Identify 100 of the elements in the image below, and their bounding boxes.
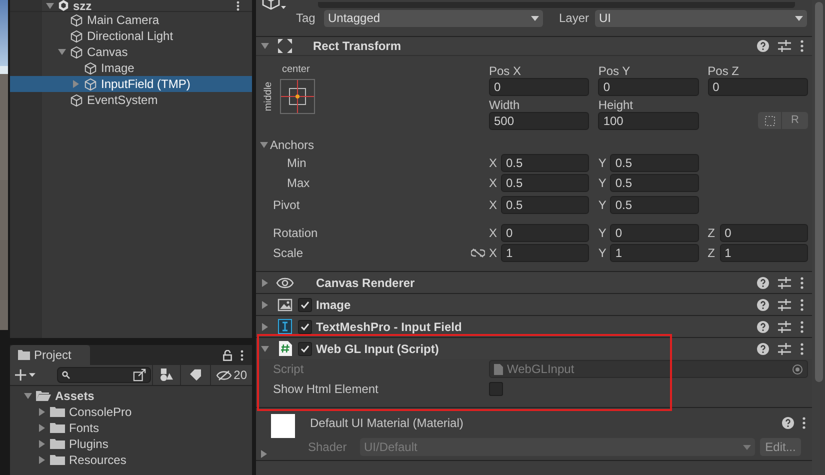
search-field[interactable] (57, 367, 151, 383)
script-icon (278, 341, 292, 356)
anchor-horizontal-label: center (282, 63, 311, 76)
hierarchy-item[interactable]: Image (10, 60, 252, 76)
shapes-icon[interactable] (160, 368, 173, 382)
preset-icon[interactable] (778, 40, 791, 52)
hierarchy-item[interactable]: Main Camera (10, 12, 252, 28)
axis-label: Z (708, 245, 716, 262)
number-field[interactable]: 0 (610, 224, 699, 242)
scene-name: szz (73, 0, 93, 12)
project-item[interactable]: ConsolePro (10, 404, 252, 420)
help-icon[interactable] (757, 276, 769, 288)
preset-icon[interactable] (778, 276, 791, 288)
number-field[interactable]: 500 (489, 112, 590, 130)
help-icon[interactable] (757, 298, 769, 310)
tag-icon[interactable] (190, 369, 201, 381)
hierarchy-item[interactable]: Directional Light (10, 28, 252, 44)
hidden-packages-toggle[interactable]: 20 (210, 366, 252, 384)
lock-icon[interactable] (223, 350, 232, 360)
help-icon[interactable] (757, 40, 769, 52)
number-field[interactable]: 1 (720, 244, 808, 262)
expanded-arrow-icon[interactable] (260, 140, 268, 148)
more-icon[interactable] (800, 276, 804, 288)
more-icon[interactable] (800, 342, 804, 354)
preset-icon[interactable] (778, 298, 791, 310)
target-icon[interactable] (792, 364, 803, 374)
property-label: Max (286, 175, 311, 192)
material-title: Default UI Material (Material) (310, 415, 464, 432)
folder-icon (50, 406, 65, 418)
number-field[interactable]: 0.5 (610, 174, 699, 192)
more-icon[interactable] (800, 40, 804, 52)
expanded-arrow-icon[interactable] (24, 392, 32, 400)
expanded-arrow-icon[interactable] (58, 48, 66, 56)
hierarchy-item[interactable]: InputField (TMP) (10, 76, 252, 92)
number-field[interactable]: 0.5 (610, 196, 699, 214)
expand-icon[interactable] (132, 368, 146, 382)
cube-icon (84, 78, 97, 90)
more-icon[interactable] (802, 417, 806, 429)
help-icon[interactable] (757, 342, 769, 354)
collapsed-arrow-icon[interactable] (260, 450, 268, 458)
enable-checkbox[interactable] (298, 320, 312, 334)
help-icon[interactable] (782, 417, 794, 429)
toggle-checkbox[interactable] (489, 382, 503, 396)
number-field[interactable]: 0.5 (501, 196, 590, 214)
enable-checkbox[interactable] (298, 342, 312, 356)
hidden-eye-icon (216, 370, 232, 380)
number-field[interactable]: 0 (708, 78, 808, 96)
property-label: Show Html Element (273, 381, 380, 398)
check-icon (300, 300, 310, 310)
number-field[interactable]: 0 (598, 78, 699, 96)
anchors-foldout[interactable]: Anchors (260, 136, 314, 154)
expanded-arrow-icon[interactable] (261, 42, 269, 50)
collapsed-arrow-icon[interactable] (261, 278, 269, 286)
add-icon[interactable] (15, 369, 38, 381)
project-item[interactable]: Fonts (10, 420, 252, 436)
number-field[interactable]: 0 (501, 224, 590, 242)
check-icon (300, 322, 310, 332)
number-field[interactable]: 0.5 (610, 154, 699, 172)
script-file-icon (494, 364, 503, 374)
more-icon[interactable] (800, 320, 804, 332)
anchor-preset-icon[interactable] (280, 78, 315, 114)
number-field[interactable]: 0.5 (501, 154, 590, 172)
project-tab[interactable]: Project (10, 345, 90, 365)
component-title: Image (316, 296, 352, 314)
number-field[interactable]: 100 (598, 112, 699, 130)
tag-dropdown[interactable]: Untagged (324, 10, 543, 26)
script-object-field: WebGLInput (489, 360, 808, 378)
enable-checkbox[interactable] (298, 298, 312, 312)
more-icon[interactable] (800, 298, 804, 310)
tag-label: Tag (296, 10, 316, 27)
field-label: Height (598, 97, 634, 112)
field-label: Width (489, 97, 521, 112)
project-item[interactable]: Resources (10, 452, 252, 468)
expanded-arrow-icon[interactable] (46, 2, 54, 10)
more-icon[interactable] (240, 350, 244, 360)
component-title: Canvas Renderer (316, 274, 416, 292)
hierarchy-item[interactable]: EventSystem (10, 92, 252, 108)
axis-label: Y (598, 197, 608, 214)
axis-label: X (489, 245, 498, 262)
component-header[interactable]: Rect Transform (256, 36, 812, 56)
blueprint-button[interactable] (758, 112, 781, 129)
layer-dropdown[interactable]: UI (595, 10, 807, 26)
number-field[interactable]: 1 (501, 244, 590, 262)
preset-icon[interactable] (778, 320, 791, 332)
collapsed-arrow-icon[interactable] (261, 300, 269, 308)
hierarchy-item[interactable]: Canvas (10, 44, 252, 60)
collapsed-arrow-icon[interactable] (261, 322, 269, 330)
preset-icon[interactable] (778, 342, 791, 354)
unlink-icon[interactable] (471, 248, 485, 258)
more-icon[interactable] (236, 0, 240, 10)
help-icon[interactable] (757, 320, 769, 332)
number-field[interactable]: 0 (489, 78, 590, 96)
project-item[interactable]: Assets (10, 388, 252, 404)
number-field[interactable]: 0 (720, 224, 808, 242)
number-field[interactable]: 0.5 (501, 174, 590, 192)
open-folder-icon (36, 390, 51, 402)
project-item[interactable]: Plugins (10, 436, 252, 452)
expanded-arrow-icon[interactable] (261, 344, 269, 352)
scrollbar[interactable] (812, 0, 825, 475)
number-field[interactable]: 1 (610, 244, 699, 262)
